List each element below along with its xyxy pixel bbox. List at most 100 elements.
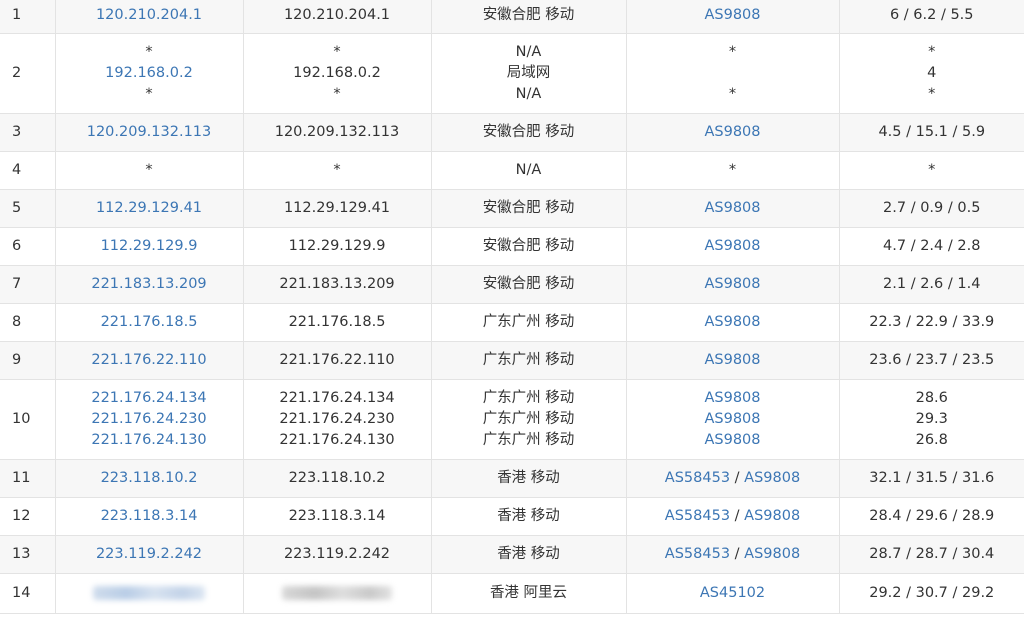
asn-link[interactable]: AS45102 (700, 585, 765, 601)
hostname-cell: 112.29.129.9 (243, 227, 432, 266)
location-text: 香港 阿里云 (489, 584, 568, 601)
ip-link[interactable]: 221.176.18.5 (101, 314, 198, 330)
asn-line: AS9808 (627, 388, 839, 409)
asn-text: * (728, 85, 737, 102)
location-line: 安徽合肥 移动 (432, 122, 626, 143)
hostname-text: * (333, 43, 341, 60)
hop-number: 4 (12, 161, 22, 178)
latency-line: * (840, 160, 1024, 181)
hop-number: 2 (12, 64, 22, 81)
hostname-line: 221.176.24.130 (244, 430, 431, 451)
hop-number: 5 (12, 199, 22, 216)
hostname-text: 223.119.2.242 (283, 545, 391, 562)
latency-line: 4 (840, 63, 1024, 84)
ip-link[interactable]: 221.176.24.134 (91, 390, 206, 406)
table-row: 9 221.176.22.110 221.176.22.110 广东广州 移动 AS98… (0, 341, 1024, 380)
ip-line: 221.176.22.110 (56, 350, 243, 371)
ip-link[interactable]: 120.210.204.1 (96, 7, 202, 23)
asn-link[interactable]: AS58453 (665, 470, 730, 486)
asn-text: * (728, 43, 737, 60)
ip-link[interactable]: 112.29.129.41 (96, 200, 202, 216)
latency-line: 2.1 / 2.6 / 1.4 (840, 274, 1024, 295)
hostname-text: 192.168.0.2 (293, 64, 381, 81)
ip-line: 221.176.24.134 (56, 388, 243, 409)
hostname-text: 221.183.13.209 (279, 275, 395, 292)
asn-link[interactable]: AS9808 (704, 411, 760, 427)
hostname-text: 120.210.204.1 (283, 7, 391, 23)
asn-link[interactable]: AS9808 (704, 200, 760, 216)
asn-link[interactable]: AS9808 (704, 352, 760, 368)
hop-number: 6 (12, 237, 22, 254)
hop-cell: 11 (0, 459, 56, 498)
location-line: 广东广州 移动 (432, 312, 626, 333)
ip-link[interactable]: 221.176.24.130 (91, 432, 206, 448)
location-line: N/A (432, 42, 626, 63)
asn-link[interactable]: AS58453 (665, 546, 730, 562)
redacted-hostname (282, 585, 392, 600)
ip-cell: 221.176.22.110 (55, 341, 244, 380)
ip-link[interactable]: 112.29.129.9 (101, 238, 198, 254)
asn-cell: AS45102 (626, 573, 840, 614)
asn-link[interactable]: AS58453 (665, 508, 730, 524)
table-row: 12 223.118.3.14 223.118.3.14 香港 移动 AS58453 /… (0, 497, 1024, 536)
hop-cell: 6 (0, 227, 56, 266)
asn-link[interactable]: AS9808 (704, 432, 760, 448)
latency-line: 32.1 / 31.5 / 31.6 (840, 468, 1024, 489)
ip-line: 223.118.10.2 (56, 468, 243, 489)
location-text: 广东广州 移动 (482, 410, 575, 427)
asn-link[interactable]: AS9808 (704, 124, 760, 140)
hop-number: 13 (12, 545, 31, 562)
latency-text: 26.8 (915, 431, 948, 448)
latency-text: * (928, 43, 936, 60)
ip-link[interactable]: 223.118.10.2 (101, 470, 198, 486)
latency-cell: 29.2 / 30.7 / 29.2 (839, 573, 1024, 614)
location-line: 安徽合肥 移动 (432, 236, 626, 257)
hostname-line: * (244, 42, 431, 63)
hostname-line: * (244, 84, 431, 105)
asn-link[interactable]: AS9808 (704, 276, 760, 292)
asn-link[interactable]: AS9808 (704, 314, 760, 330)
latency-line: * (840, 84, 1024, 105)
ip-link[interactable]: 120.209.132.113 (87, 124, 212, 140)
location-line: 广东广州 移动 (432, 430, 626, 451)
hostname-line: 223.118.10.2 (244, 468, 431, 489)
asn-separator: / (730, 507, 745, 524)
ip-link[interactable]: 192.168.0.2 (105, 65, 193, 81)
ip-link[interactable]: 223.119.2.242 (96, 546, 202, 562)
latency-cell: 2.7 / 0.9 / 0.5 (839, 189, 1024, 228)
location-cell: 广东广州 移动 (431, 341, 627, 380)
location-cell: 安徽合肥 移动 (431, 0, 627, 34)
ip-line: 120.210.204.1 (56, 5, 243, 26)
ip-link[interactable]: 221.176.24.230 (91, 411, 206, 427)
asn-link[interactable]: AS9808 (704, 238, 760, 254)
hostname-line: 223.119.2.242 (244, 544, 431, 565)
asn-line: AS45102 (627, 583, 839, 604)
asn-link[interactable]: AS9808 (744, 546, 800, 562)
latency-cell: 22.3 / 22.9 / 33.9 (839, 303, 1024, 342)
asn-link[interactable]: AS9808 (744, 508, 800, 524)
latency-line: 28.6 (840, 388, 1024, 409)
ip-text: * (145, 85, 153, 102)
asn-link[interactable]: AS9808 (704, 390, 760, 406)
ip-link[interactable]: 221.183.13.209 (91, 276, 206, 292)
location-line: 安徽合肥 移动 (432, 198, 626, 219)
ip-line: 192.168.0.2 (56, 63, 243, 84)
latency-line: 29.3 (840, 409, 1024, 430)
ip-link[interactable]: 221.176.22.110 (91, 352, 206, 368)
hostname-text: 221.176.24.130 (279, 431, 395, 448)
hop-cell: 7 (0, 265, 56, 304)
ip-cell: 112.29.129.9 (55, 227, 244, 266)
location-text: 安徽合肥 移动 (482, 237, 575, 254)
latency-cell: 2.1 / 2.6 / 1.4 (839, 265, 1024, 304)
asn-cell: AS9808 (626, 303, 840, 342)
latency-text: 4 (927, 64, 937, 81)
latency-line: 28.7 / 28.7 / 30.4 (840, 544, 1024, 565)
hostname-line: 192.168.0.2 (244, 63, 431, 84)
table-row: 7 221.183.13.209 221.183.13.209 安徽合肥 移动 AS98… (0, 265, 1024, 304)
asn-link[interactable]: AS9808 (704, 7, 760, 23)
ip-link[interactable]: 223.118.3.14 (101, 508, 198, 524)
ip-line: * (56, 84, 243, 105)
latency-line: 23.6 / 23.7 / 23.5 (840, 350, 1024, 371)
latency-text: 32.1 / 31.5 / 31.6 (869, 469, 995, 486)
asn-link[interactable]: AS9808 (744, 470, 800, 486)
